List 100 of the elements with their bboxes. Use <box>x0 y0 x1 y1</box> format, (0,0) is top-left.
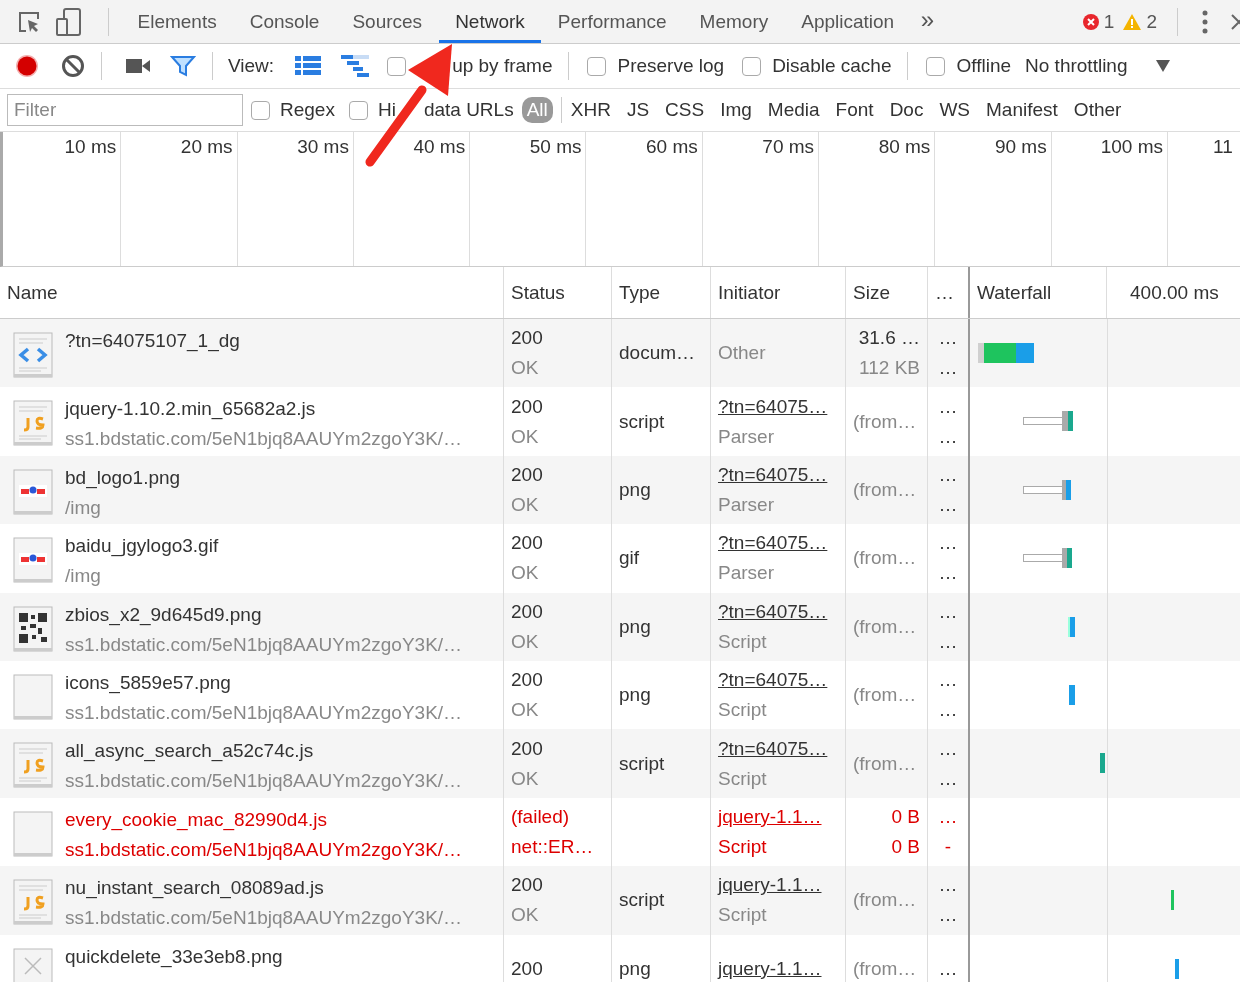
close-icon[interactable] <box>1230 12 1240 31</box>
request-row[interactable]: zbios_x2_9d645d9.png ss1.bdstatic.com/5eN1bjq8AAUYm2zgoY3K/… 200 OK png ?tn=64075… Script (from… … … <box>0 592 1240 661</box>
request-row[interactable]: all_async_search_a52c74c.js ss1.bdstatic.com/5eN1bjq8AAUYm2zgoY3K/… 200 OK script ?tn=64075… Script (from… … … <box>0 729 1240 798</box>
request-name[interactable]: nu_instant_search_08089ad.js <box>65 876 463 901</box>
request-row[interactable]: baidu_jgylogo3.gif /img 200 OK gif ?tn=64075… Parser (from… … … <box>0 524 1240 593</box>
time-text: … <box>938 698 958 723</box>
column-header[interactable]: Initiator <box>711 267 846 318</box>
request-row[interactable]: bd_logo1.png /img 200 OK png ?tn=64075… Parser (from… … … <box>0 455 1240 525</box>
status-text: 200 <box>511 873 544 898</box>
clear-icon[interactable] <box>61 54 85 78</box>
type-text: script <box>619 888 666 913</box>
type-filter-button[interactable]: Img <box>715 97 757 123</box>
type-filter-button[interactable]: Font <box>830 97 879 123</box>
request-path: ss1.bdstatic.com/5eN1bjq8AAUYm2zgoY3K/… <box>65 837 463 862</box>
checkbox[interactable] <box>387 56 407 76</box>
initiator-link[interactable]: ?tn=64075… <box>718 668 838 693</box>
device-icon[interactable] <box>56 7 82 36</box>
size-text: (from… <box>853 546 917 571</box>
file-icon <box>13 742 53 789</box>
filter-icon[interactable] <box>170 55 196 77</box>
request-name[interactable]: baidu_jgylogo3.gif <box>65 534 219 559</box>
status-text: 200 <box>511 956 544 981</box>
initiator-link[interactable]: ?tn=64075… <box>718 736 838 761</box>
request-row[interactable]: nu_instant_search_08089ad.js ss1.bdstatic.com/5eN1bjq8AAUYm2zgoY3K/… 200 OK script jquery-1.1… Script (from… … … <box>0 866 1240 935</box>
request-name[interactable]: icons_5859e57.png <box>65 670 463 695</box>
checkbox[interactable] <box>587 56 607 76</box>
file-icon <box>13 605 53 652</box>
request-name[interactable]: bd_logo1.png <box>65 465 181 490</box>
type-filter-button[interactable]: Media <box>762 97 825 123</box>
panel-tab[interactable]: Elements <box>121 0 234 43</box>
checkbox-label[interactable]: Offline <box>956 55 1012 77</box>
panel-tab[interactable]: Application <box>784 0 911 43</box>
file-icon <box>13 400 53 447</box>
size-text: 0 B <box>891 804 920 829</box>
status-text: 200 <box>511 326 544 351</box>
checkbox-label[interactable]: up by frame <box>452 55 553 77</box>
request-name[interactable]: quickdelete_33e3eb8.png <box>65 944 283 969</box>
type-filter-button[interactable]: WS <box>934 97 976 123</box>
status-text: OK <box>511 903 540 928</box>
initiator-text: Script <box>718 629 768 654</box>
column-header[interactable]: 400.00 ms <box>1107 267 1240 318</box>
checkbox-label[interactable]: Disable cache <box>772 55 892 77</box>
checkbox[interactable] <box>926 56 946 76</box>
more-tabs-button[interactable]: » <box>910 0 945 43</box>
video-camera-icon[interactable] <box>126 58 150 74</box>
panel-tab[interactable]: Memory <box>683 0 785 43</box>
time-text: - <box>944 834 952 859</box>
request-name[interactable]: zbios_x2_9d645d9.png <box>65 602 463 627</box>
time-tick: 60 ms <box>646 136 698 157</box>
initiator-link[interactable]: ?tn=64075… <box>718 462 838 487</box>
type-filter-button[interactable]: Other <box>1068 97 1127 123</box>
initiator-text: Script <box>718 834 768 859</box>
filter-field[interactable]: Filter <box>7 94 243 126</box>
panel-tab[interactable]: Console <box>233 0 336 43</box>
request-row[interactable]: ?tn=64075107_1_dg 200 OK docum… Other 31.6 … 112 KB … … <box>0 319 1240 388</box>
column-header[interactable]: Size <box>846 267 928 318</box>
initiator-link[interactable]: ?tn=64075… <box>718 394 838 419</box>
type-filter-button[interactable]: Doc <box>884 97 929 123</box>
column-header[interactable]: Waterfall <box>970 267 1107 318</box>
request-row[interactable]: quickdelete_33e3eb8.png 200 png jquery-1.1… (from… … <box>0 934 1240 982</box>
time-tick: 10 ms <box>64 136 117 157</box>
initiator-link[interactable]: jquery-1.1… <box>718 956 838 981</box>
checkbox-label[interactable]: Hi <box>377 99 396 121</box>
checkbox[interactable] <box>251 100 270 120</box>
waterfall-view-icon[interactable] <box>341 55 370 77</box>
column-header[interactable]: Type <box>612 267 711 318</box>
panel-tab[interactable]: Network <box>438 0 542 43</box>
request-path: ss1.bdstatic.com/5eN1bjq8AAUYm2zgoY3K/… <box>65 427 463 452</box>
checkbox[interactable] <box>742 56 762 76</box>
time-text: … <box>938 736 958 761</box>
type-filter-button[interactable]: XHR <box>565 97 616 123</box>
throttling-dropdown[interactable]: No throttling <box>1025 55 1170 77</box>
request-name[interactable]: all_async_search_a52c74c.js <box>65 739 463 764</box>
type-text: script <box>619 751 666 776</box>
menu-icon[interactable] <box>1202 9 1208 34</box>
column-header[interactable]: Status <box>504 267 612 318</box>
type-filter-button[interactable]: CSS <box>660 97 710 123</box>
request-name[interactable]: every_cookie_mac_82990d4.js <box>65 807 463 832</box>
initiator-link[interactable]: jquery-1.1… <box>718 873 838 898</box>
checkbox-label[interactable]: data URLs <box>423 99 514 121</box>
initiator-link[interactable]: ?tn=64075… <box>718 599 838 624</box>
time-text: … <box>938 873 958 898</box>
panel-tab[interactable]: Sources <box>335 0 439 43</box>
file-icon <box>13 332 53 378</box>
initiator-link[interactable]: ?tn=64075… <box>718 531 838 556</box>
column-header[interactable]: Name <box>0 267 504 318</box>
type-filter-button[interactable]: Manifest <box>981 97 1063 123</box>
record-button[interactable] <box>14 53 40 79</box>
checkbox-label[interactable]: Preserve log <box>617 55 725 77</box>
status-text: OK <box>511 766 540 791</box>
request-name[interactable]: jquery-1.10.2.min_65682a2.js <box>65 397 463 422</box>
panel-tab[interactable]: Performance <box>541 0 684 43</box>
initiator-link[interactable]: jquery-1.1… <box>718 804 838 829</box>
request-path: ss1.bdstatic.com/5eN1bjq8AAUYm2zgoY3K/… <box>65 632 463 657</box>
checkbox[interactable] <box>348 100 368 120</box>
checkbox-label[interactable]: Regex <box>280 99 335 121</box>
request-row[interactable]: jquery-1.10.2.min_65682a2.js ss1.bdstatic.com/5eN1bjq8AAUYm2zgoY3K/… 200 OK script ?tn=64075… Parser (from… … … <box>0 387 1240 456</box>
request-name[interactable]: ?tn=64075107_1_dg <box>65 329 240 353</box>
type-filter-button[interactable]: JS <box>621 97 655 123</box>
list-view-icon[interactable] <box>295 56 322 76</box>
